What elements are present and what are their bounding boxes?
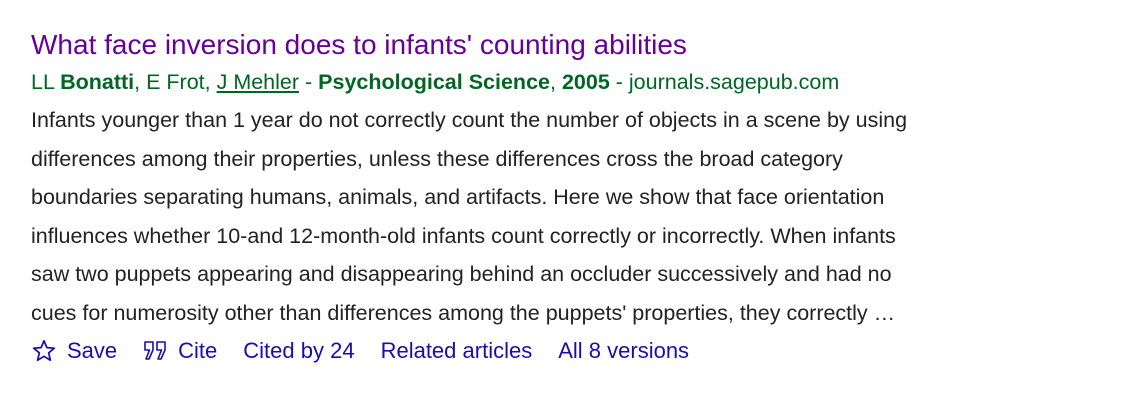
result-actions: Save Cite Cited by 24 Related articles A… xyxy=(31,336,1121,366)
related-articles-link[interactable]: Related articles xyxy=(381,336,533,366)
separator: - xyxy=(609,70,629,94)
snippet-line: boundaries separating humans, animals, a… xyxy=(31,185,885,209)
author-frot: E Frot xyxy=(146,70,205,94)
author-link-mehler[interactable]: J Mehler xyxy=(217,70,299,94)
save-label: Save xyxy=(67,338,118,363)
author-name-bonatti: Bonatti xyxy=(60,70,135,94)
separator: , xyxy=(204,70,217,94)
source-domain: journals.sagepub.com xyxy=(628,70,840,94)
publication-year: 2005 xyxy=(561,70,610,94)
snippet-line: differences among their properties, unle… xyxy=(31,146,843,171)
snippet-line: influences whether 10-and 12-month-old i… xyxy=(31,223,896,248)
separator: , xyxy=(550,70,562,94)
cite-button[interactable]: Cite xyxy=(143,336,217,366)
result-title-link[interactable]: What face inversion does to infants' cou… xyxy=(31,26,1121,64)
quote-icon xyxy=(143,340,169,362)
cite-label: Cite xyxy=(178,338,218,363)
journal-name: Psychological Science xyxy=(318,70,550,94)
save-button[interactable]: Save xyxy=(31,336,117,366)
snippet-line: cues for numerosity other than differenc… xyxy=(31,300,896,325)
separator: - xyxy=(299,70,319,94)
author-initials: LL xyxy=(31,70,61,94)
separator: , xyxy=(134,70,147,94)
search-result: What face inversion does to infants' cou… xyxy=(31,26,1121,366)
cited-by-link[interactable]: Cited by 24 xyxy=(243,336,354,366)
snippet-line: saw two puppets appearing and disappeari… xyxy=(31,262,892,286)
all-versions-link[interactable]: All 8 versions xyxy=(558,336,689,366)
result-snippet: Infants younger than 1 year do not corre… xyxy=(31,101,1121,332)
snippet-line: Infants younger than 1 year do not corre… xyxy=(31,108,908,132)
result-metadata: LL Bonatti, E Frot, J Mehler - Psycholog… xyxy=(31,67,1121,97)
star-outline-icon xyxy=(31,338,57,364)
